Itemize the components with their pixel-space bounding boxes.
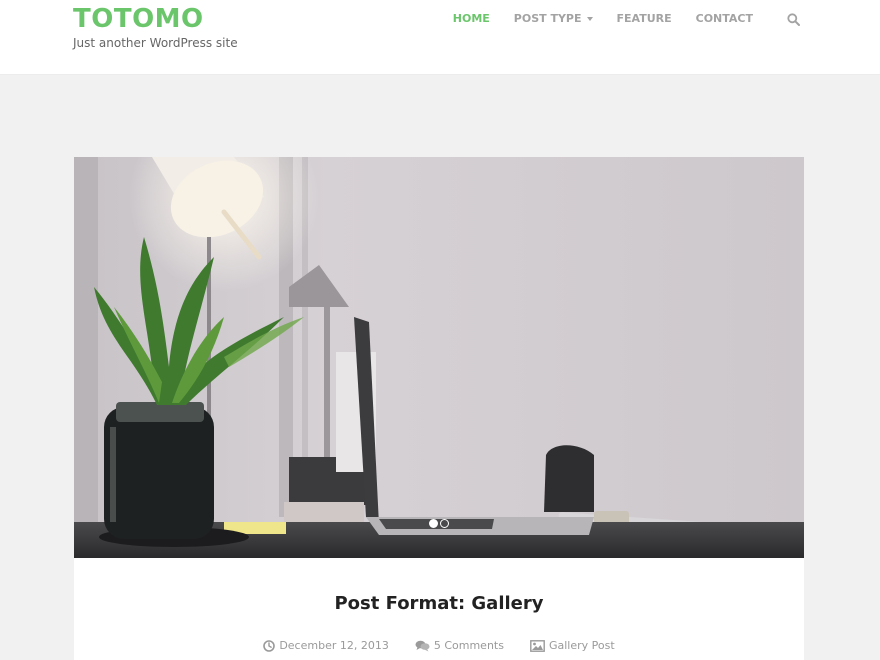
nav-item-label: POST TYPE	[513, 12, 582, 25]
main-navigation: HOME POST TYPE FEATURE CONTACT	[429, 12, 800, 26]
nav-item-feature[interactable]: FEATURE	[617, 12, 672, 26]
caret-down-icon	[586, 17, 593, 21]
clock-icon	[263, 639, 276, 652]
post-comments-count: 5 Comments	[433, 639, 504, 652]
post-format-link[interactable]: Gallery Post	[530, 639, 615, 652]
nav-item-home[interactable]: HOME	[453, 12, 490, 26]
post-date-link[interactable]: December 12, 2013	[263, 639, 389, 652]
site-branding: TOTOMO Just another WordPress site	[73, 4, 238, 51]
search-button[interactable]	[786, 12, 800, 26]
gallery-image	[74, 157, 804, 558]
nav-item-label: HOME	[452, 12, 490, 25]
gallery-slider[interactable]	[74, 157, 804, 558]
slider-dot[interactable]	[429, 519, 438, 528]
post-title[interactable]: Post Format: Gallery	[74, 593, 804, 614]
nav-item-label: CONTACT	[695, 12, 753, 25]
site-tagline: Just another WordPress site	[73, 36, 238, 50]
post-date: December 12, 2013	[279, 639, 389, 652]
post-format: Gallery Post	[548, 639, 615, 652]
search-icon	[786, 12, 800, 26]
nav-item-post-type[interactable]: POST TYPE	[514, 12, 593, 26]
site-header: TOTOMO Just another WordPress site HOME …	[0, 0, 880, 75]
site-title-link[interactable]: TOTOMO	[73, 4, 238, 34]
post-meta: December 12, 2013 5 Comments Gallery Pos…	[74, 639, 804, 652]
comments-icon	[415, 640, 430, 651]
post-card: Post Format: Gallery December 12, 2013 5…	[74, 157, 804, 660]
post-comments-link[interactable]: 5 Comments	[415, 639, 504, 652]
slider-pagination	[429, 519, 451, 528]
nav-item-label: FEATURE	[616, 12, 672, 25]
slider-dot[interactable]	[440, 519, 449, 528]
image-icon	[530, 639, 545, 652]
nav-item-contact[interactable]: CONTACT	[696, 12, 753, 26]
